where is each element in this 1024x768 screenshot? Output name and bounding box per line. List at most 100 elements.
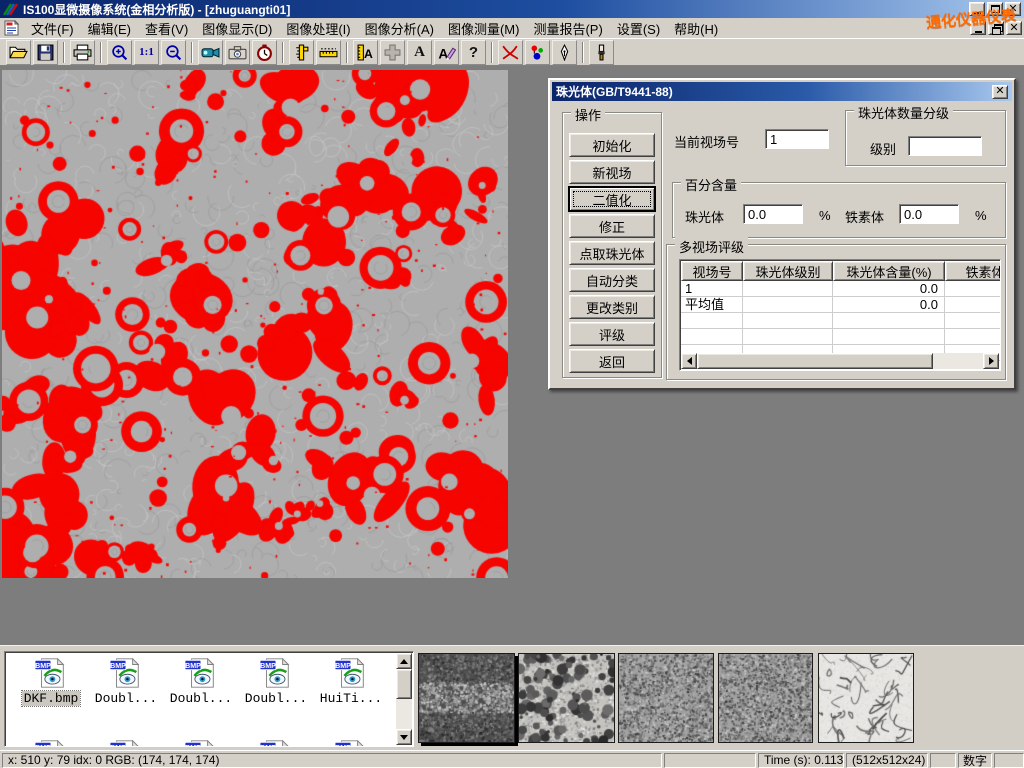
help-icon: ? bbox=[469, 44, 478, 61]
file-browser-panel: BMPDKF.bmpBMPDoubl...BMPDoubl...BMPDoubl… bbox=[0, 645, 1024, 750]
file-list-scrollbar[interactable] bbox=[396, 653, 412, 745]
particle-analysis-button[interactable] bbox=[525, 40, 550, 65]
sample-thumbnail-1[interactable] bbox=[418, 653, 515, 743]
table-header-1[interactable]: 视场号 bbox=[681, 261, 743, 281]
print-button[interactable] bbox=[70, 40, 95, 65]
menu-item-6[interactable]: 图像分析(A) bbox=[358, 17, 441, 40]
op-button-6[interactable]: 自动分类 bbox=[569, 268, 655, 292]
toolbar-separator bbox=[582, 42, 584, 63]
text-button[interactable]: A bbox=[407, 40, 432, 65]
table-header-2[interactable]: 珠光体级别 bbox=[743, 261, 833, 281]
mdi-close-icon[interactable]: ✕ bbox=[1006, 21, 1022, 35]
table-cell: 1 bbox=[681, 281, 743, 297]
table-cell bbox=[945, 281, 1001, 297]
op-button-7[interactable]: 更改类别 bbox=[569, 295, 655, 319]
video-capture-icon bbox=[201, 44, 220, 61]
sample-thumbnail-5[interactable] bbox=[818, 653, 914, 743]
menu-item-1[interactable]: 文件(F) bbox=[24, 17, 81, 40]
current-field-input[interactable] bbox=[765, 129, 829, 149]
close-icon[interactable]: ✕ bbox=[1005, 2, 1021, 16]
grid-button[interactable] bbox=[380, 40, 405, 65]
ferrite-percent-input[interactable] bbox=[899, 204, 959, 224]
dialog-title-bar[interactable]: 珠光体(GB/T9441-88) ✕ bbox=[552, 82, 1012, 101]
svg-text:BMP: BMP bbox=[335, 744, 351, 747]
annotate-button[interactable]: A bbox=[434, 40, 459, 65]
camera-capture-button[interactable] bbox=[225, 40, 250, 65]
file-item[interactable]: BMPDKF.bmp bbox=[15, 656, 87, 706]
table-cell bbox=[945, 313, 1001, 329]
mdi-restore-icon[interactable] bbox=[988, 21, 1004, 35]
save-button[interactable] bbox=[33, 40, 58, 65]
open-file-button[interactable] bbox=[6, 40, 31, 65]
menu-item-3[interactable]: 查看(V) bbox=[138, 17, 195, 40]
maximize-icon[interactable] bbox=[987, 2, 1003, 16]
help-button[interactable]: ? bbox=[461, 40, 486, 65]
zoom-out-button[interactable] bbox=[161, 40, 186, 65]
file-item[interactable]: BMP bbox=[90, 738, 162, 747]
file-item[interactable]: BMPDoubl... bbox=[165, 656, 237, 706]
pearlite-percent-input[interactable] bbox=[743, 204, 803, 224]
menu-item-4[interactable]: 图像显示(D) bbox=[195, 17, 279, 40]
sample-thumbnail-4[interactable] bbox=[718, 653, 813, 743]
file-item[interactable]: BMP bbox=[165, 738, 237, 747]
bmp-file-icon: BMP bbox=[259, 738, 293, 747]
file-item[interactable]: BMP Doubl... bbox=[240, 656, 312, 706]
timer-button[interactable] bbox=[252, 40, 277, 65]
status-panel-empty-3 bbox=[994, 753, 1024, 768]
video-capture-button[interactable] bbox=[198, 40, 223, 65]
scrollbar-thumb[interactable] bbox=[697, 353, 933, 369]
caliper-button[interactable] bbox=[289, 40, 314, 65]
time-status: Time (s): 0.113 bbox=[758, 753, 844, 768]
grade-input[interactable] bbox=[908, 136, 982, 156]
measure-label-button[interactable]: A bbox=[353, 40, 378, 65]
table-header-3[interactable]: 珠光体含量(%) bbox=[833, 261, 945, 281]
file-name: Doubl... bbox=[243, 691, 309, 706]
op-button-3[interactable]: 二值化 bbox=[569, 187, 655, 211]
actual-size-button[interactable]: 1:1 bbox=[134, 40, 159, 65]
open-file-icon bbox=[9, 44, 28, 61]
scroll-right-icon[interactable] bbox=[983, 353, 999, 369]
curve-tool-button[interactable] bbox=[498, 40, 523, 65]
ruler-button[interactable] bbox=[316, 40, 341, 65]
zoom-in-button[interactable] bbox=[107, 40, 132, 65]
table-horizontal-scrollbar[interactable] bbox=[681, 353, 999, 369]
sample-thumbnail-2[interactable] bbox=[518, 653, 615, 743]
sample-thumbnail-3[interactable] bbox=[618, 653, 714, 743]
scrollbar-thumb[interactable] bbox=[396, 669, 412, 699]
table-cell bbox=[681, 329, 743, 345]
scroll-left-icon[interactable] bbox=[681, 353, 697, 369]
brush-tool-icon bbox=[592, 44, 611, 61]
menu-item-7[interactable]: 图像测量(M) bbox=[441, 17, 527, 40]
minimize-icon[interactable] bbox=[969, 2, 985, 16]
file-item[interactable]: BMP bbox=[15, 738, 87, 747]
op-button-9[interactable]: 返回 bbox=[569, 349, 655, 373]
menu-item-8[interactable]: 测量报告(P) bbox=[526, 17, 609, 40]
metallographic-image-binarized[interactable] bbox=[2, 70, 508, 578]
text-icon: A bbox=[414, 44, 425, 61]
ferrite-percent-unit: % bbox=[975, 208, 987, 223]
op-button-1[interactable]: 初始化 bbox=[569, 133, 655, 157]
table-header-4[interactable]: 铁素体 bbox=[945, 261, 1001, 281]
file-item[interactable]: BMPHuiTi... bbox=[315, 656, 387, 706]
file-item[interactable]: BMPDoubl... bbox=[90, 656, 162, 706]
table-row bbox=[681, 329, 1001, 345]
zoom-in-icon bbox=[110, 44, 129, 61]
op-button-4[interactable]: 修正 bbox=[569, 214, 655, 238]
menu-item-2[interactable]: 编辑(E) bbox=[81, 17, 138, 40]
menu-item-5[interactable]: 图像处理(I) bbox=[279, 17, 357, 40]
dialog-close-icon[interactable]: ✕ bbox=[992, 85, 1008, 99]
op-button-8[interactable]: 评级 bbox=[569, 322, 655, 346]
scroll-down-icon[interactable] bbox=[396, 729, 412, 745]
menu-item-9[interactable]: 设置(S) bbox=[610, 17, 667, 40]
file-item[interactable]: BMP bbox=[315, 738, 387, 747]
op-button-5[interactable]: 点取珠光体 bbox=[569, 241, 655, 265]
scroll-up-icon[interactable] bbox=[396, 653, 412, 669]
svg-text:BMP: BMP bbox=[260, 662, 276, 670]
brush-tool-button[interactable] bbox=[589, 40, 614, 65]
file-item[interactable]: BMP bbox=[240, 738, 312, 747]
op-button-2[interactable]: 新视场 bbox=[569, 160, 655, 184]
timer-icon bbox=[255, 44, 274, 61]
mdi-minimize-icon[interactable] bbox=[970, 21, 986, 35]
pen-tool-button[interactable] bbox=[552, 40, 577, 65]
menu-item-10[interactable]: 帮助(H) bbox=[667, 17, 725, 40]
